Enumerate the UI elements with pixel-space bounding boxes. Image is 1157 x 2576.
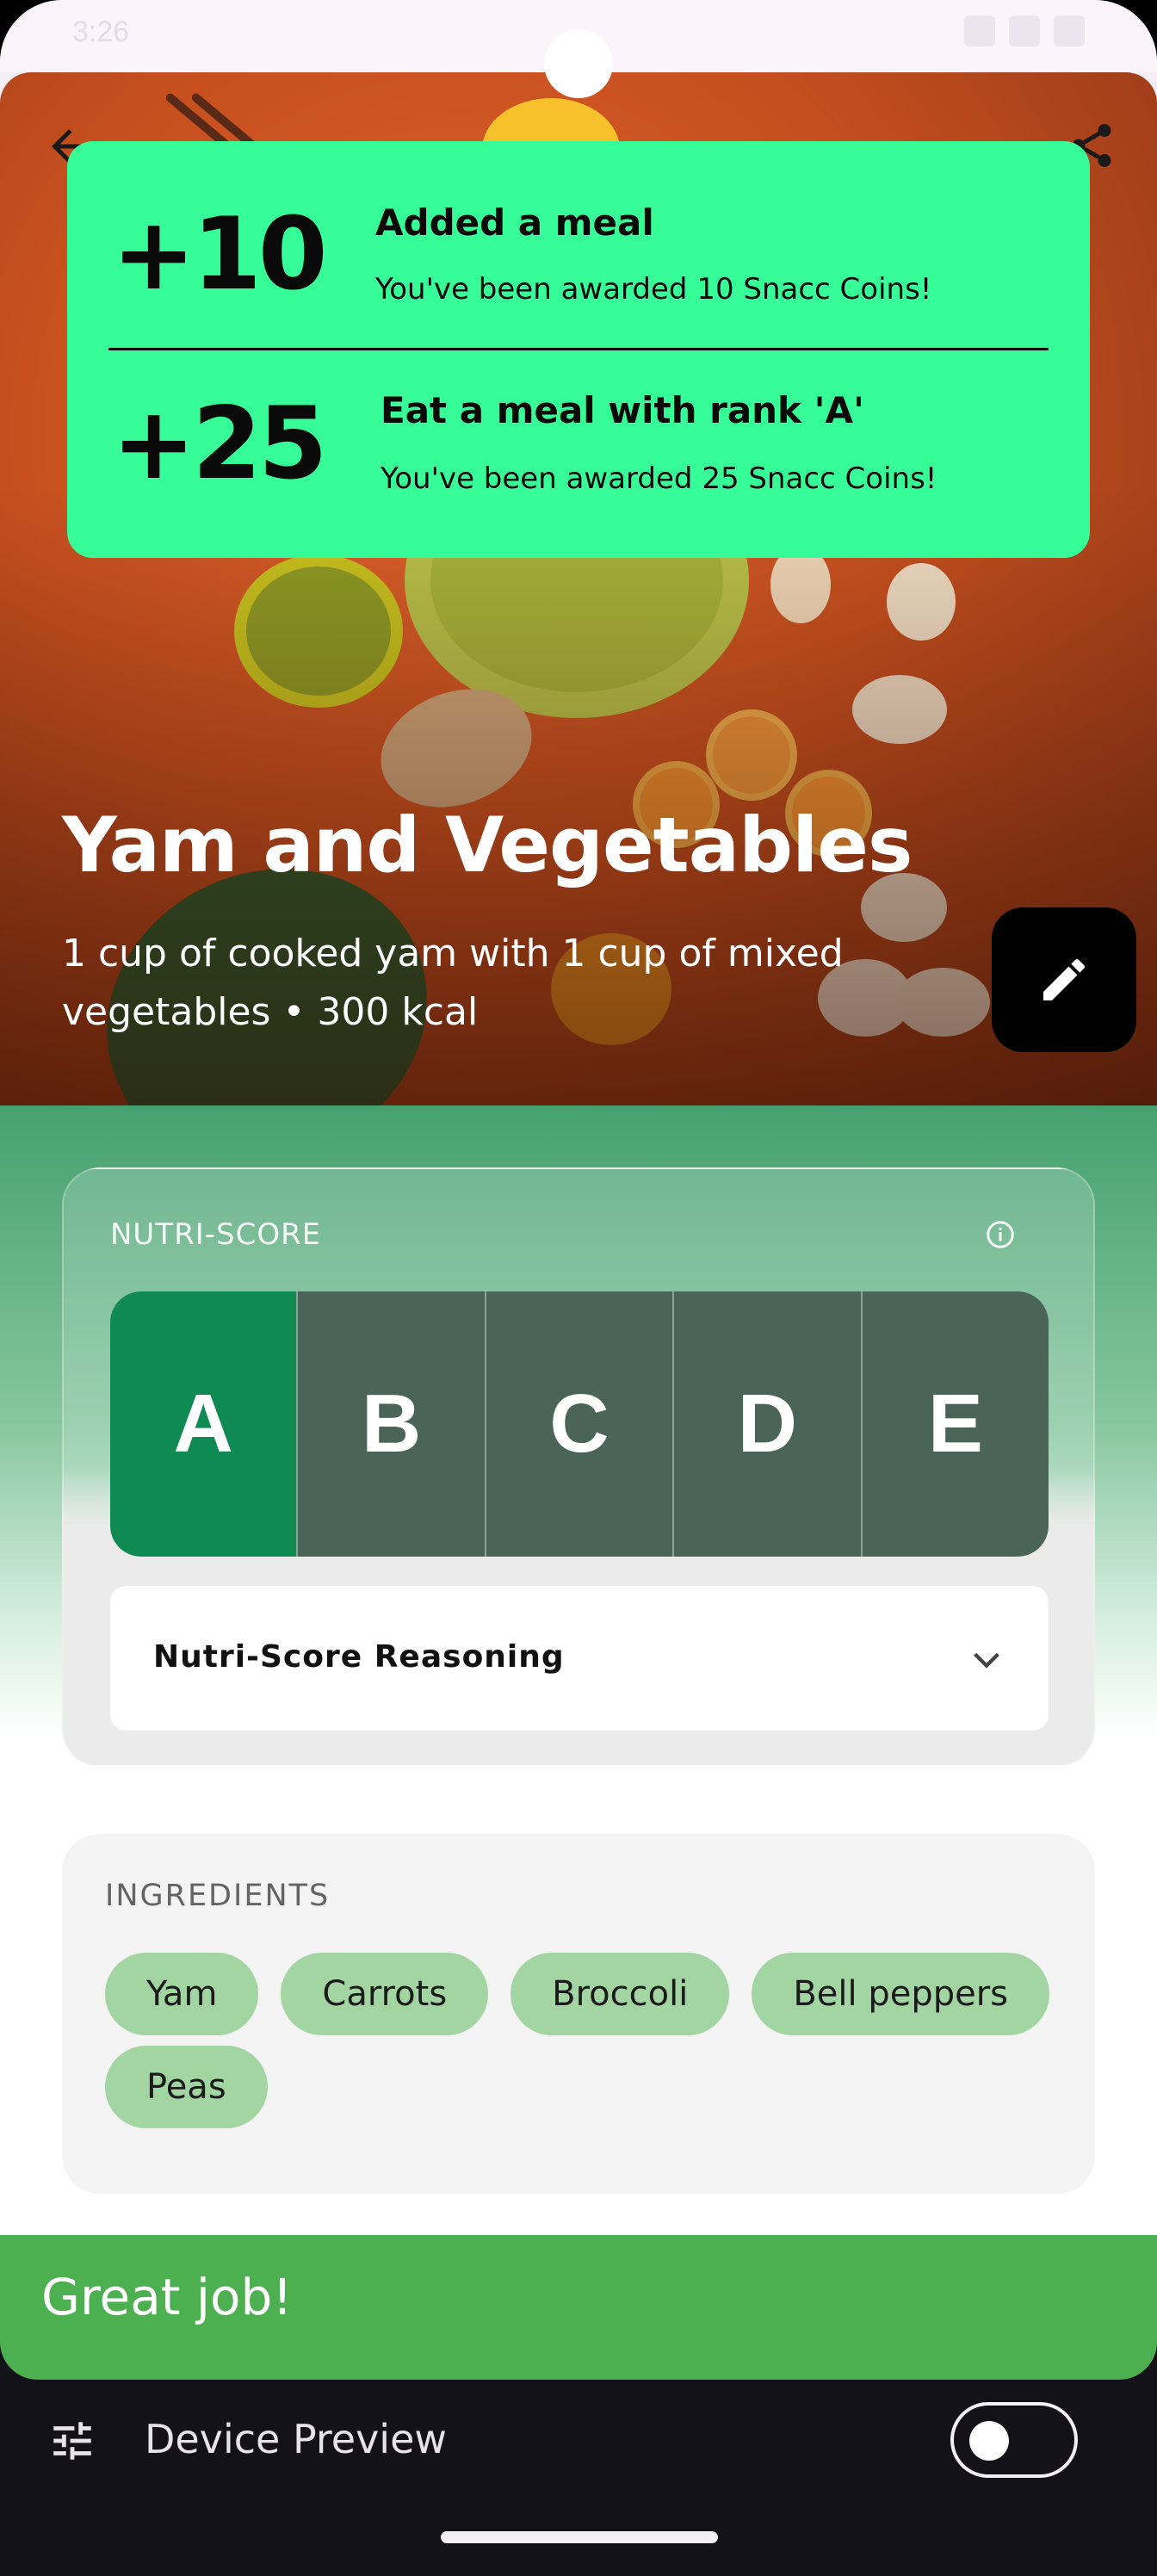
grade-b: B bbox=[296, 1291, 485, 1557]
reward-title: Eat a meal with rank 'A' bbox=[381, 389, 864, 431]
signal-icon bbox=[1009, 15, 1040, 46]
status-icons bbox=[964, 15, 1085, 46]
nutri-score-scale: A B C D E bbox=[110, 1291, 1049, 1557]
tune-icon[interactable] bbox=[46, 2416, 98, 2466]
banner-text: Great job! bbox=[41, 2268, 293, 2326]
home-indicator[interactable] bbox=[441, 2531, 718, 2543]
reward-item: +25 Eat a meal with rank 'A' You've been… bbox=[67, 331, 1090, 520]
camera-cutout bbox=[544, 29, 613, 98]
ingredients-label: INGREDIENTS bbox=[105, 1879, 331, 1913]
nutri-score-card: NUTRI-SCORE A B C D E Nutri-Score Reason… bbox=[62, 1167, 1095, 1767]
ingredient-chip[interactable]: Bell peppers bbox=[752, 1953, 1049, 2035]
great-job-banner: Great job! bbox=[0, 2235, 1157, 2380]
device-preview-label: Device Preview bbox=[145, 2416, 447, 2462]
wifi-icon bbox=[964, 15, 995, 46]
nutri-score-reasoning-dropdown[interactable]: Nutri-Score Reasoning bbox=[110, 1586, 1049, 1731]
ingredients-card: INGREDIENTS Yam Carrots Broccoli Bell pe… bbox=[62, 1834, 1095, 2194]
ingredient-chip[interactable]: Broccoli bbox=[510, 1953, 730, 2035]
chevron-down-icon bbox=[974, 1652, 999, 1669]
reward-title: Added a meal bbox=[375, 201, 654, 244]
grade-c: C bbox=[484, 1291, 673, 1557]
meal-description: 1 cup of cooked yam with 1 cup of mixed … bbox=[62, 932, 844, 1034]
info-icon[interactable] bbox=[985, 1219, 1016, 1250]
pencil-icon bbox=[1043, 958, 1085, 1000]
battery-icon bbox=[1054, 15, 1085, 46]
status-time: 3:26 bbox=[72, 15, 130, 48]
edit-meal-button[interactable] bbox=[992, 907, 1136, 1052]
rewards-popup: +10 Added a meal You've been awarded 10 … bbox=[67, 141, 1090, 558]
nutri-score-label: NUTRI-SCORE bbox=[110, 1217, 322, 1252]
device-preview-toggle[interactable] bbox=[950, 2402, 1078, 2478]
reasoning-label: Nutri-Score Reasoning bbox=[153, 1639, 565, 1675]
reward-item: +10 Added a meal You've been awarded 10 … bbox=[67, 141, 1090, 331]
ingredient-chip[interactable]: Peas bbox=[105, 2046, 268, 2128]
grade-e: E bbox=[860, 1291, 1049, 1557]
meal-title: Yam and Vegetables bbox=[62, 801, 913, 889]
reward-subtitle: You've been awarded 10 Snacc Coins! bbox=[375, 272, 932, 307]
reward-amount: +25 bbox=[112, 386, 328, 502]
meal-details: NUTRI-SCORE A B C D E Nutri-Score Reason… bbox=[0, 1105, 1157, 2235]
toggle-knob bbox=[969, 2421, 1009, 2461]
grade-a: A bbox=[110, 1291, 297, 1557]
reward-subtitle: You've been awarded 25 Snacc Coins! bbox=[381, 461, 937, 496]
reward-amount: +10 bbox=[112, 196, 328, 313]
ingredient-chips: Yam Carrots Broccoli Bell peppers Peas bbox=[105, 1953, 1061, 2128]
ingredient-chip[interactable]: Yam bbox=[105, 1953, 259, 2035]
grade-d: D bbox=[672, 1291, 861, 1557]
ingredient-chip[interactable]: Carrots bbox=[281, 1953, 489, 2035]
app-screen: 3:26 +10 Added a meal You've been awarde… bbox=[0, 0, 1157, 2576]
